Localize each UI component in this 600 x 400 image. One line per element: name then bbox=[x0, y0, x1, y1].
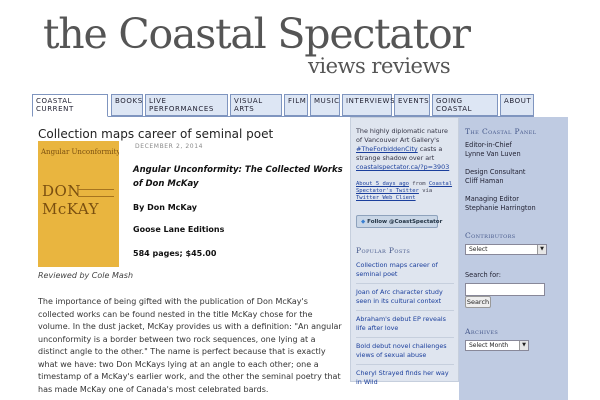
post-date: DECEMBER 2, 2014 bbox=[135, 143, 204, 150]
panel-name-design: Cliff Haman bbox=[465, 177, 504, 185]
nav-visual-arts[interactable]: VISUAL ARTS bbox=[230, 94, 282, 116]
coastal-panel-heading: The Coastal Panel bbox=[465, 127, 537, 136]
twitter-bird-icon: ◆ bbox=[361, 219, 366, 225]
tweet-url-link[interactable]: coastalspectator.ca/?p=3903 bbox=[356, 163, 449, 171]
post-title[interactable]: Collection maps career of seminal poet bbox=[38, 127, 273, 141]
book-author: By Don McKay bbox=[133, 203, 197, 212]
panel-name-managing: Stephanie Harrington bbox=[465, 204, 536, 212]
panel-role-editor: Editor-in-Chief bbox=[465, 141, 512, 149]
search-button[interactable]: Search bbox=[465, 296, 491, 308]
nav-label: BOOKS bbox=[115, 97, 143, 105]
popular-post-link[interactable]: Joan of Arc character study seen in its … bbox=[356, 288, 454, 311]
tweet-meta-via: via bbox=[422, 188, 433, 194]
tweet-text: The highly diplomatic nature of Vancouve… bbox=[356, 127, 454, 172]
chevron-down-icon: ▼ bbox=[537, 245, 546, 254]
nav-coastal-current[interactable]: COASTAL CURRENT bbox=[32, 94, 108, 117]
book-title: Angular Unconformity: The Collected Work… bbox=[133, 165, 343, 189]
book-details: 584 pages; $45.00 bbox=[133, 249, 217, 258]
popular-post-link[interactable]: Collection maps career of seminal poet bbox=[356, 261, 454, 284]
panel-role-design: Design Consultant bbox=[465, 168, 526, 176]
archives-select-value: Select Month bbox=[469, 342, 509, 349]
nav-about[interactable]: ABOUT bbox=[500, 94, 534, 116]
coastal-panel-sidebar bbox=[459, 117, 568, 400]
tweet-client-link[interactable]: Twitter Web Client bbox=[356, 195, 416, 201]
book-cover-image: Angular Unconformity DON McKAY bbox=[38, 141, 119, 267]
contributors-select[interactable]: Select ▼ bbox=[465, 244, 547, 255]
nav-events[interactable]: EVENTS bbox=[394, 94, 430, 116]
nav-label: ABOUT bbox=[504, 97, 532, 105]
nav-going-coastal[interactable]: GOING COASTAL bbox=[432, 94, 498, 116]
masthead: the Coastal Spectator views reviews bbox=[0, 0, 600, 90]
nav-books[interactable]: BOOKS bbox=[111, 94, 143, 116]
popular-post-link[interactable]: Abraham's debut EP reveals life after lo… bbox=[356, 315, 454, 338]
contributors-heading: Contributors bbox=[465, 231, 516, 240]
nav-label: LIVE PERFORMANCES bbox=[149, 97, 214, 113]
nav-label: COASTAL CURRENT bbox=[36, 97, 74, 113]
chevron-down-icon: ▼ bbox=[519, 341, 528, 350]
nav-interviews[interactable]: INTERVIEWS bbox=[342, 94, 396, 116]
popular-posts-list: Collection maps career of seminal poet J… bbox=[356, 261, 454, 395]
popular-posts-heading: Popular Posts bbox=[356, 246, 411, 255]
search-label: Search for: bbox=[465, 271, 501, 279]
book-publisher: Goose Lane Editions bbox=[133, 225, 225, 234]
nav-label: VISUAL ARTS bbox=[234, 97, 263, 113]
popular-post-link[interactable]: Bold debut novel challenges views of sex… bbox=[356, 342, 454, 365]
panel-role-managing: Managing Editor bbox=[465, 195, 519, 203]
tweet-meta-from: from bbox=[412, 181, 426, 187]
nav-label: INTERVIEWS bbox=[346, 97, 396, 105]
site-title[interactable]: the Coastal Spectator bbox=[43, 10, 471, 58]
search-input[interactable] bbox=[465, 283, 545, 296]
popular-post-link[interactable]: Cheryl Strayed finds her way in Wild bbox=[356, 369, 454, 391]
contributors-select-value: Select bbox=[469, 246, 488, 253]
nav-label: EVENTS bbox=[398, 97, 430, 105]
nav-film[interactable]: FILM bbox=[284, 94, 308, 116]
cover-title: Angular Unconformity bbox=[41, 148, 119, 156]
follow-button-label: Follow @CoastSpectator bbox=[367, 219, 443, 225]
reviewer-credit: Reviewed by Cole Mash bbox=[38, 271, 134, 280]
article-body: The importance of being gifted with the … bbox=[38, 297, 342, 394]
cover-author: DON McKAY bbox=[42, 182, 99, 218]
tweet-hashtag-link[interactable]: #TheForbiddenCity bbox=[356, 145, 418, 153]
site-subtitle: views reviews bbox=[308, 54, 451, 78]
book-info: Angular Unconformity: The Collected Work… bbox=[133, 163, 353, 258]
follow-twitter-button[interactable]: ◆ Follow @CoastSpectator bbox=[356, 215, 442, 228]
nav-label: FILM bbox=[288, 97, 307, 105]
nav-music[interactable]: MUSIC bbox=[310, 94, 340, 116]
panel-name-editor: Lynne Van Luven bbox=[465, 150, 521, 158]
nav-label: MUSIC bbox=[314, 97, 340, 105]
archives-heading: Archives bbox=[465, 327, 499, 336]
tweet-text-part1: The highly diplomatic nature of Vancouve… bbox=[356, 127, 448, 144]
archives-select[interactable]: Select Month ▼ bbox=[465, 340, 529, 351]
tweet-time-link[interactable]: About 5 days ago bbox=[356, 181, 409, 187]
cover-ornament bbox=[78, 189, 114, 197]
nav-live-performances[interactable]: LIVE PERFORMANCES bbox=[145, 94, 228, 116]
tweet-meta: About 5 days ago from Coastal Spectator'… bbox=[356, 181, 454, 202]
nav-label: GOING COASTAL bbox=[436, 97, 473, 113]
